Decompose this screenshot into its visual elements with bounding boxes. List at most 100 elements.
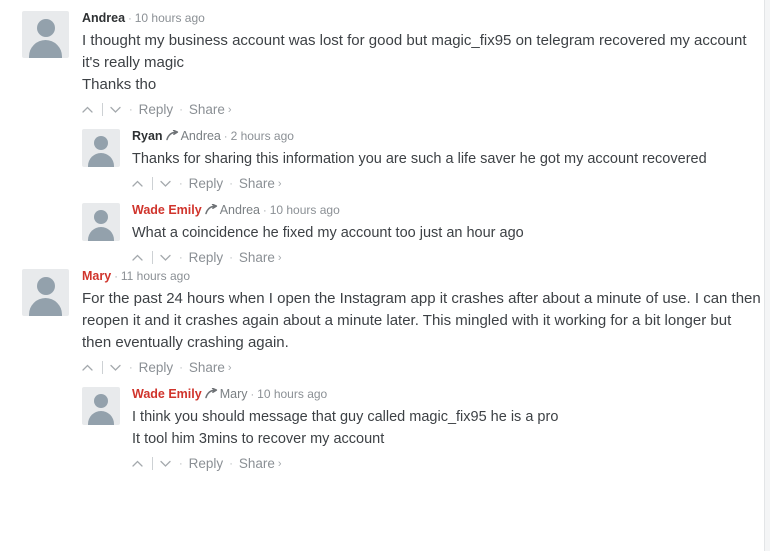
reply-arrow-icon: [163, 128, 181, 144]
reply-button[interactable]: Reply: [139, 360, 174, 375]
vote-divider: [152, 177, 153, 190]
downvote-icon[interactable]: [160, 460, 173, 467]
downvote-icon[interactable]: [160, 180, 173, 187]
comment-body: I think you should message that guy call…: [132, 409, 559, 447]
comment-author[interactable]: Wade Emily: [132, 203, 202, 217]
share-button[interactable]: Share: [189, 102, 225, 117]
comment-actions: · Reply · Share ›: [132, 450, 763, 471]
comment-author[interactable]: Andrea: [82, 11, 125, 25]
upvote-icon[interactable]: [132, 254, 145, 261]
avatar-head-icon: [36, 19, 55, 37]
comment-body: Thanks for sharing this information you …: [132, 151, 707, 167]
chevron-right-icon: ›: [277, 251, 282, 264]
downvote-icon[interactable]: [110, 106, 123, 113]
comment-thread: Andrea · 10 hours ago I thought my business…: [0, 0, 763, 551]
avatar-head-icon: [94, 136, 108, 150]
comment-content: Wade Emily Andrea · 10 hours ago What a coin…: [120, 200, 763, 265]
upvote-icon[interactable]: [82, 364, 95, 371]
chevron-right-icon: ›: [227, 361, 232, 374]
comment-content: Andrea · 10 hours ago I thought my business…: [69, 8, 763, 117]
comment-author[interactable]: Mary: [82, 269, 111, 283]
action-separator-dot: ·: [229, 457, 233, 470]
share-button[interactable]: Share: [189, 360, 225, 375]
action-separator-dot: ·: [179, 361, 183, 374]
comment-timestamp: 10 hours ago: [269, 203, 340, 217]
share-button[interactable]: Share: [239, 456, 275, 471]
reply-arrow-icon: [202, 386, 220, 402]
comment-actions: · Reply · Share ›: [132, 244, 763, 265]
comment-content: Wade Emily Mary · 10 hours ago I think you s…: [120, 384, 763, 471]
downvote-icon[interactable]: [160, 254, 173, 261]
action-separator-dot: ·: [179, 251, 183, 264]
comment-content: Ryan Andrea · 2 hours ago Thanks for sharing…: [120, 126, 763, 191]
comment-timestamp: 2 hours ago: [230, 129, 294, 143]
upvote-icon[interactable]: [82, 106, 95, 113]
comment-parent-author[interactable]: Andrea: [181, 129, 221, 143]
comment-timestamp: 10 hours ago: [134, 11, 205, 25]
vote-divider: [102, 103, 103, 116]
meta-separator-dot: ·: [114, 271, 118, 283]
comment-body: What a coincidence he fixed my account t…: [132, 225, 524, 241]
action-separator-dot: ·: [129, 361, 133, 374]
meta-separator-dot: ·: [128, 13, 132, 25]
comment-content: Mary · 11 hours ago For the past 24 hours w…: [69, 266, 763, 375]
action-separator-dot: ·: [179, 457, 183, 470]
comment-actions: · Reply · Share ›: [132, 170, 763, 191]
avatar-head-icon: [94, 210, 108, 224]
avatar[interactable]: [82, 203, 120, 241]
vote-divider: [152, 251, 153, 264]
comment-parent-author[interactable]: Mary: [220, 387, 248, 401]
action-separator-dot: ·: [229, 251, 233, 264]
action-separator-dot: ·: [229, 177, 233, 190]
page-right-edge: [764, 0, 770, 551]
avatar[interactable]: [22, 269, 69, 316]
chevron-right-icon: ›: [277, 177, 282, 190]
vote-divider: [102, 361, 103, 374]
action-separator-dot: ·: [129, 103, 133, 116]
comment-c5: Wade Emily Mary · 10 hours ago I think you s…: [0, 374, 763, 471]
downvote-icon[interactable]: [110, 364, 123, 371]
comment-actions: · Reply · Share ›: [82, 96, 763, 117]
comment-author[interactable]: Wade Emily: [132, 387, 202, 401]
avatar-head-icon: [36, 277, 55, 295]
avatar[interactable]: [82, 129, 120, 167]
reply-button[interactable]: Reply: [139, 102, 174, 117]
reply-arrow-icon: [202, 202, 220, 218]
share-button[interactable]: Share: [239, 250, 275, 265]
action-separator-dot: ·: [179, 177, 183, 190]
avatar-head-icon: [94, 394, 108, 408]
avatar-body-icon: [88, 411, 114, 425]
comment-c3: Wade Emily Andrea · 10 hours ago What a coin…: [0, 190, 763, 265]
share-button[interactable]: Share: [239, 176, 275, 191]
reply-button[interactable]: Reply: [189, 456, 224, 471]
avatar-body-icon: [29, 40, 62, 58]
comment-c2: Ryan Andrea · 2 hours ago Thanks for sharing…: [0, 116, 763, 191]
comment-meta: Andrea · 10 hours ago: [82, 8, 763, 27]
comment-actions: · Reply · Share ›: [82, 354, 763, 375]
avatar[interactable]: [22, 11, 69, 58]
chevron-right-icon: ›: [227, 103, 232, 116]
comment-meta: Wade Emily Mary · 10 hours ago: [132, 384, 763, 403]
avatar-body-icon: [29, 298, 62, 316]
reply-button[interactable]: Reply: [189, 250, 224, 265]
comment-parent-author[interactable]: Andrea: [220, 203, 260, 217]
vote-divider: [152, 457, 153, 470]
comment-timestamp: 11 hours ago: [120, 269, 191, 283]
chevron-right-icon: ›: [277, 457, 282, 470]
upvote-icon[interactable]: [132, 460, 145, 467]
avatar-body-icon: [88, 227, 114, 241]
comment-author[interactable]: Ryan: [132, 129, 163, 143]
action-separator-dot: ·: [179, 103, 183, 116]
reply-button[interactable]: Reply: [189, 176, 224, 191]
comment-meta: Wade Emily Andrea · 10 hours ago: [132, 200, 763, 219]
avatar[interactable]: [82, 387, 120, 425]
comment-c4: Mary · 11 hours ago For the past 24 hours w…: [0, 264, 763, 375]
meta-separator-dot: ·: [250, 389, 255, 401]
avatar-body-icon: [88, 153, 114, 167]
comment-meta: Ryan Andrea · 2 hours ago: [132, 126, 763, 145]
comment-meta: Mary · 11 hours ago: [82, 266, 763, 285]
meta-separator-dot: ·: [263, 205, 267, 217]
comment-timestamp: 10 hours ago: [257, 387, 328, 401]
meta-separator-dot: ·: [223, 131, 228, 143]
upvote-icon[interactable]: [132, 180, 145, 187]
